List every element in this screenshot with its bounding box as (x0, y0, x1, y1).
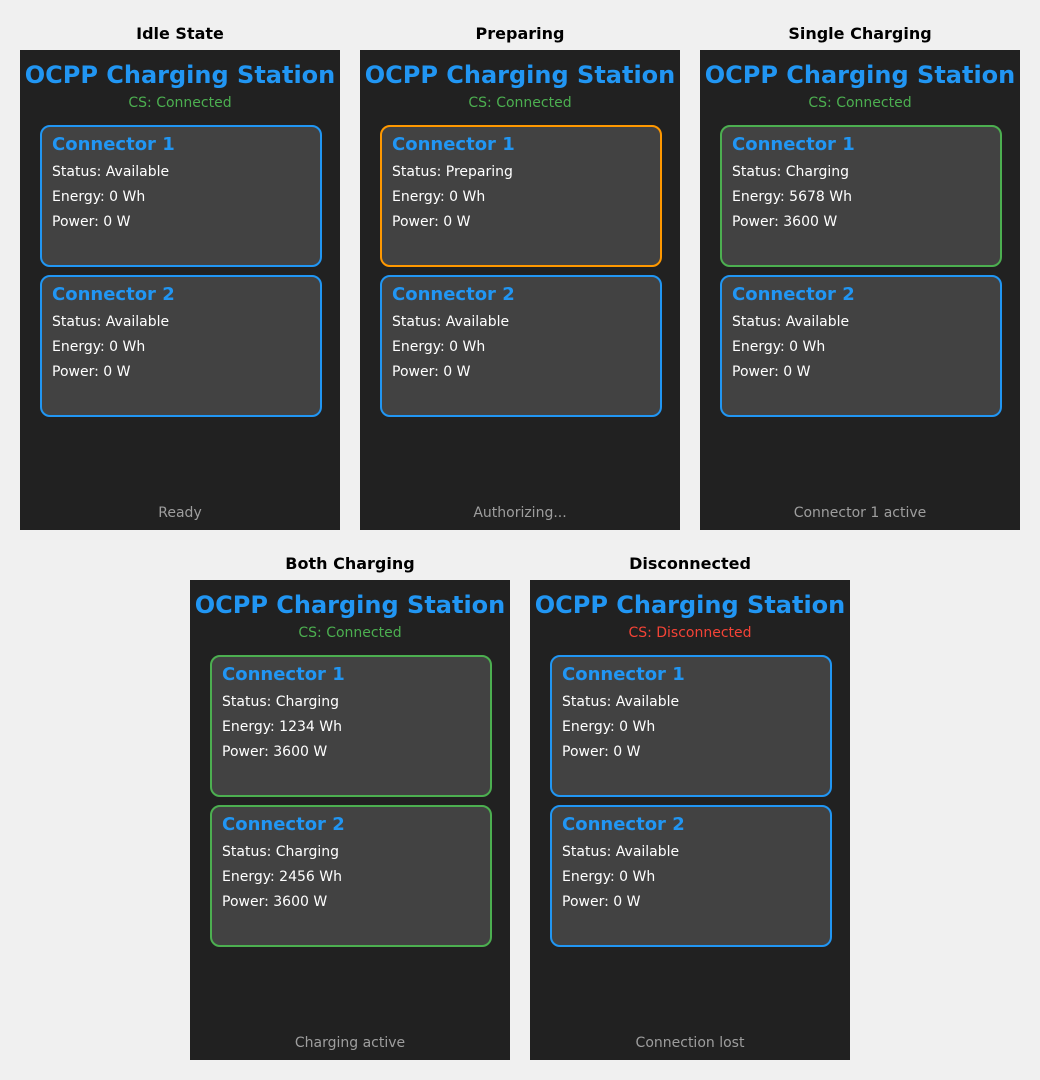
cs-connection-status: CS: Connected (128, 95, 232, 111)
footer-status-text: Ready (158, 505, 202, 521)
connector-card-1[interactable]: Connector 1 Status: Preparing Energy: 0 … (380, 125, 662, 267)
connector-status: Status: Charging (732, 164, 850, 180)
station-title: OCPP Charging Station (364, 61, 676, 89)
cs-connection-status: CS: Connected (468, 95, 572, 111)
connector-card-2[interactable]: Connector 2 Status: Available Energy: 0 … (720, 275, 1002, 417)
connector-energy: Energy: 0 Wh (732, 339, 826, 355)
connector-name: Connector 2 (562, 814, 685, 835)
connector-name: Connector 1 (392, 134, 515, 155)
connector-energy: Energy: 5678 Wh (732, 189, 852, 205)
station-screen: OCPP Charging Station CS: Connected Conn… (360, 50, 680, 530)
connector-energy: Energy: 0 Wh (52, 189, 146, 205)
station-title: OCPP Charging Station (534, 591, 846, 619)
panel-caption: Both Charging (285, 554, 415, 573)
station-screen: OCPP Charging Station CS: Connected Conn… (20, 50, 340, 530)
connector-energy: Energy: 0 Wh (562, 719, 656, 735)
connector-name: Connector 2 (52, 284, 175, 305)
connector-card-2[interactable]: Connector 2 Status: Available Energy: 0 … (380, 275, 662, 417)
connector-name: Connector 2 (732, 284, 855, 305)
connector-energy: Energy: 0 Wh (392, 339, 486, 355)
connector-status: Status: Preparing (392, 164, 513, 180)
connector-energy: Energy: 1234 Wh (222, 719, 342, 735)
connector-energy: Energy: 0 Wh (52, 339, 146, 355)
connector-power: Power: 3600 W (732, 214, 838, 230)
connector-name: Connector 2 (392, 284, 515, 305)
connector-energy: Energy: 2456 Wh (222, 869, 342, 885)
connector-status: Status: Available (562, 844, 680, 860)
connector-card-2[interactable]: Connector 2 Status: Charging Energy: 245… (210, 805, 492, 947)
connector-name: Connector 1 (222, 664, 345, 685)
station-screen: OCPP Charging Station CS: Connected Conn… (700, 50, 1020, 530)
cs-connection-status: CS: Disconnected (628, 625, 752, 641)
station-title: OCPP Charging Station (704, 61, 1016, 89)
connector-status: Status: Available (392, 314, 510, 330)
panel-caption: Disconnected (629, 554, 751, 573)
connector-card-2[interactable]: Connector 2 Status: Available Energy: 0 … (40, 275, 322, 417)
connector-power: Power: 0 W (562, 744, 641, 760)
connector-power: Power: 3600 W (222, 894, 328, 910)
station-title: OCPP Charging Station (24, 61, 336, 89)
connector-status: Status: Available (52, 164, 170, 180)
connector-power: Power: 3600 W (222, 744, 328, 760)
connector-power: Power: 0 W (562, 894, 641, 910)
connector-power: Power: 0 W (392, 364, 471, 380)
panel-caption: Single Charging (788, 24, 932, 43)
connector-name: Connector 2 (222, 814, 345, 835)
connector-power: Power: 0 W (52, 364, 131, 380)
station-title: OCPP Charging Station (194, 591, 506, 619)
connector-name: Connector 1 (52, 134, 175, 155)
connector-card-1[interactable]: Connector 1 Status: Available Energy: 0 … (550, 655, 832, 797)
connector-energy: Energy: 0 Wh (392, 189, 486, 205)
connector-status: Status: Available (732, 314, 850, 330)
connector-status: Status: Charging (222, 694, 340, 710)
connector-card-1[interactable]: Connector 1 Status: Available Energy: 0 … (40, 125, 322, 267)
connector-status: Status: Charging (222, 844, 340, 860)
connector-power: Power: 0 W (52, 214, 131, 230)
connector-status: Status: Available (52, 314, 170, 330)
footer-status-text: Connector 1 active (793, 505, 927, 521)
connector-card-1[interactable]: Connector 1 Status: Charging Energy: 123… (210, 655, 492, 797)
footer-status-text: Authorizing... (473, 505, 567, 521)
footer-status-text: Charging active (294, 1035, 406, 1051)
connector-name: Connector 1 (732, 134, 855, 155)
station-screen: OCPP Charging Station CS: Disconnected C… (530, 580, 850, 1060)
connector-energy: Energy: 0 Wh (562, 869, 656, 885)
panel-caption: Idle State (136, 24, 224, 43)
panel-caption: Preparing (475, 24, 565, 43)
connector-power: Power: 0 W (732, 364, 811, 380)
cs-connection-status: CS: Connected (298, 625, 402, 641)
connector-card-2[interactable]: Connector 2 Status: Available Energy: 0 … (550, 805, 832, 947)
connector-card-1[interactable]: Connector 1 Status: Charging Energy: 567… (720, 125, 1002, 267)
connector-name: Connector 1 (562, 664, 685, 685)
connector-power: Power: 0 W (392, 214, 471, 230)
footer-status-text: Connection lost (635, 1035, 745, 1051)
cs-connection-status: CS: Connected (808, 95, 912, 111)
connector-status: Status: Available (562, 694, 680, 710)
station-screen: OCPP Charging Station CS: Connected Conn… (190, 580, 510, 1060)
